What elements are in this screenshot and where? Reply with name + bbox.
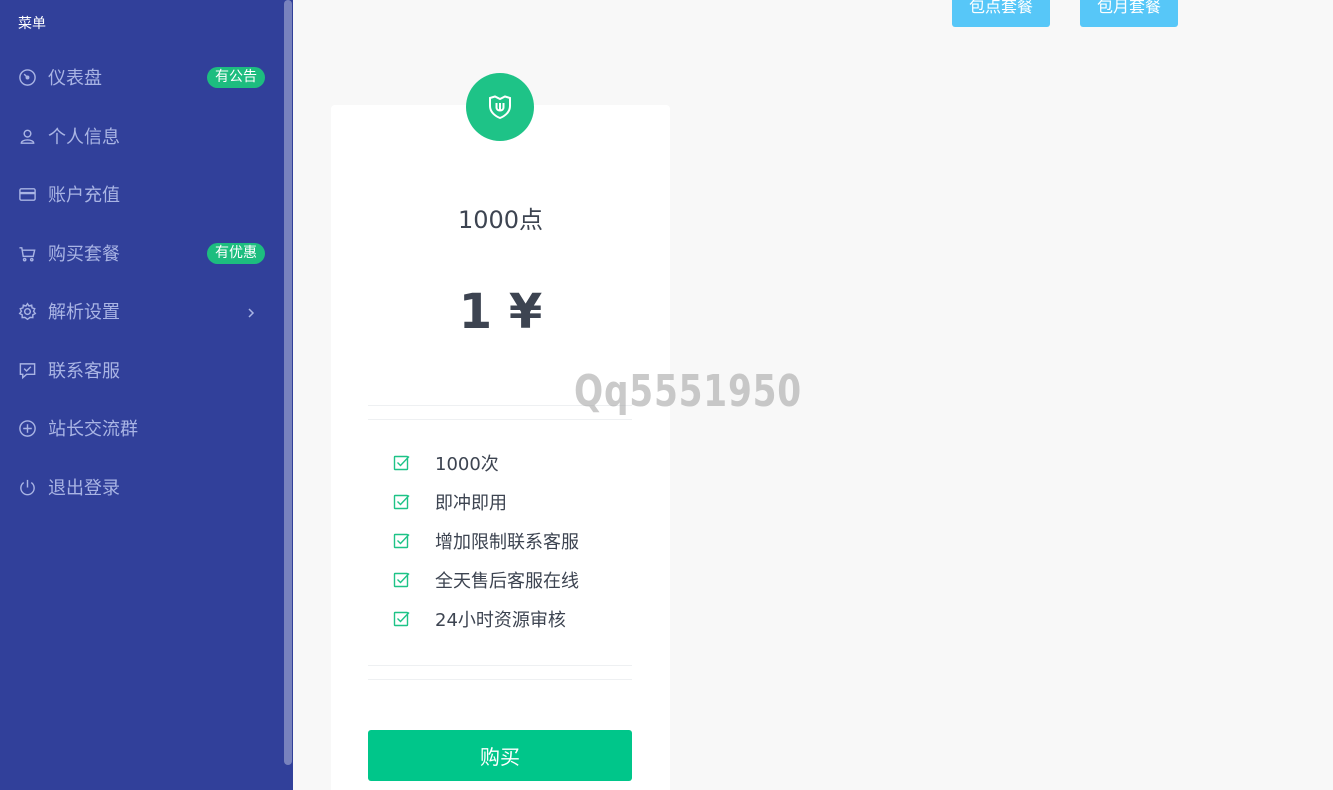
chevron-right-icon (246, 304, 256, 325)
checkbox-checked-icon (393, 533, 410, 549)
sidebar-item-label: 账户充值 (48, 185, 120, 206)
sidebar-item-label: 解析设置 (48, 302, 120, 323)
sidebar-item-buy-package[interactable]: 购买套餐 有优惠 (0, 233, 280, 273)
sidebar-item-logout[interactable]: 退出登录 (0, 467, 280, 507)
chat-icon (17, 360, 37, 380)
sidebar-item-parse-settings[interactable]: 解析设置 (0, 291, 280, 331)
gear-icon (17, 301, 37, 321)
feature-text: 增加限制联系客服 (435, 532, 579, 553)
feature-item: 1000次 (393, 452, 499, 475)
buy-button[interactable]: 购买 (368, 730, 632, 781)
sidebar-scrollbar[interactable] (284, 0, 292, 765)
feature-item: 全天售后客服在线 (393, 569, 579, 592)
divider (368, 419, 632, 420)
credit-card-icon (17, 184, 37, 204)
checkbox-checked-icon (393, 455, 410, 471)
sidebar: 菜单 仪表盘 有公告 个人信息 账户充值 购买套餐 有优惠 解析设置 联系客服 … (0, 0, 293, 790)
checkbox-checked-icon (393, 494, 410, 510)
feature-text: 1000次 (435, 454, 499, 475)
power-icon (17, 477, 37, 497)
checkbox-checked-icon (393, 611, 410, 627)
feature-text: 24小时资源审核 (435, 610, 566, 631)
menu-title: 菜单 (18, 16, 46, 32)
package-title: 1000点 (457, 206, 544, 234)
feature-item: 增加限制联系客服 (393, 530, 579, 553)
sidebar-item-label: 个人信息 (48, 127, 120, 148)
sidebar-item-profile[interactable]: 个人信息 (0, 116, 280, 156)
notice-badge: 有公告 (207, 66, 265, 88)
dashboard-icon (17, 67, 37, 87)
sidebar-item-label: 退出登录 (48, 478, 120, 499)
feature-item: 24小时资源审核 (393, 608, 566, 631)
feature-text: 即冲即用 (435, 493, 507, 514)
shield-icon (466, 73, 534, 141)
shopping-cart-icon (17, 243, 37, 263)
sidebar-item-recharge[interactable]: 账户充值 (0, 174, 280, 214)
divider (368, 665, 632, 666)
divider (368, 679, 632, 680)
tab-point-package[interactable]: 包点套餐 (952, 0, 1050, 27)
sidebar-item-label: 仪表盘 (48, 68, 102, 89)
watermark: Qq5551950 (574, 366, 802, 417)
plus-circle-icon (17, 418, 37, 438)
checkbox-checked-icon (393, 572, 410, 588)
package-price: 1 ¥ (458, 284, 543, 340)
sidebar-item-label: 联系客服 (48, 361, 120, 382)
user-icon (17, 126, 37, 146)
sidebar-item-webmaster-group[interactable]: 站长交流群 (0, 408, 280, 448)
promo-badge: 有优惠 (207, 242, 265, 264)
sidebar-item-label: 购买套餐 (48, 244, 120, 265)
sidebar-item-contact-support[interactable]: 联系客服 (0, 350, 280, 390)
tab-monthly-package[interactable]: 包月套餐 (1080, 0, 1178, 27)
sidebar-item-label: 站长交流群 (48, 419, 138, 440)
sidebar-item-dashboard[interactable]: 仪表盘 有公告 (0, 57, 280, 97)
feature-item: 即冲即用 (393, 491, 507, 514)
feature-text: 全天售后客服在线 (435, 571, 579, 592)
